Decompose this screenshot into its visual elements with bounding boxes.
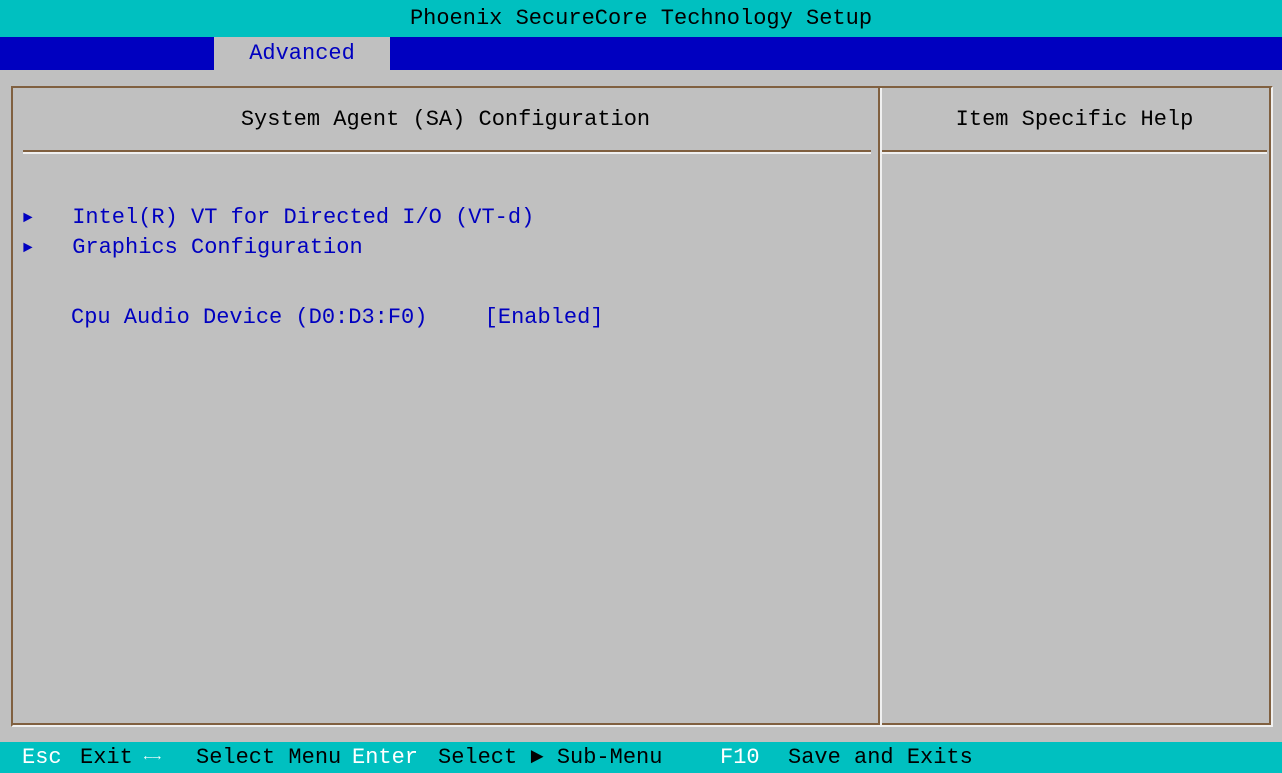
f10-key-hint: F10 bbox=[720, 745, 760, 770]
help-header-divider bbox=[882, 150, 1267, 154]
esc-key-hint: Esc bbox=[22, 745, 62, 770]
title-bar: Phoenix SecureCore Technology Setup bbox=[0, 0, 1282, 37]
arrows-key-desc: Select Menu bbox=[196, 745, 342, 770]
pane-divider bbox=[878, 88, 882, 725]
main-pane-header: System Agent (SA) Configuration bbox=[240, 107, 651, 132]
frame-inner bbox=[13, 88, 1271, 725]
main-header-divider bbox=[23, 150, 871, 154]
setup-frame: System Agent (SA) Configuration Item Spe… bbox=[11, 86, 1273, 727]
enter-key-hint: Enter bbox=[352, 745, 419, 770]
option-cpu-audio-device[interactable]: Cpu Audio Device (D0:D3:F0) [Enabled] bbox=[71, 304, 604, 332]
submenu-graphics-configuration[interactable]: ► Graphics Configuration bbox=[23, 234, 363, 262]
menu-bar: Advanced bbox=[0, 37, 1282, 70]
option-cpu-audio-label: Cpu Audio Device (D0:D3:F0) bbox=[71, 305, 428, 330]
esc-key-desc: Exit bbox=[80, 745, 133, 770]
submenu-vt-d-label: Intel(R) VT for Directed I/O (VT-d) bbox=[72, 205, 535, 230]
option-cpu-audio-value[interactable]: [Enabled] bbox=[485, 305, 604, 330]
f10-key-desc: Save and Exits bbox=[788, 745, 973, 770]
tab-advanced[interactable]: Advanced bbox=[214, 37, 390, 70]
status-bar: Esc Exit ←→ Select Menu Enter Select ► S… bbox=[0, 742, 1282, 773]
app-title: Phoenix SecureCore Technology Setup bbox=[409, 6, 873, 31]
submenu-graphics-label: Graphics Configuration bbox=[72, 235, 363, 260]
help-pane-header: Item Specific Help bbox=[955, 107, 1194, 132]
enter-key-desc: Select ► Sub-Menu bbox=[438, 745, 663, 770]
submenu-arrow-icon: ► bbox=[23, 209, 33, 227]
submenu-vt-d[interactable]: ► Intel(R) VT for Directed I/O (VT-d) bbox=[23, 204, 534, 232]
arrows-key-icon: ←→ bbox=[144, 749, 161, 765]
submenu-arrow-icon: ► bbox=[23, 239, 33, 257]
